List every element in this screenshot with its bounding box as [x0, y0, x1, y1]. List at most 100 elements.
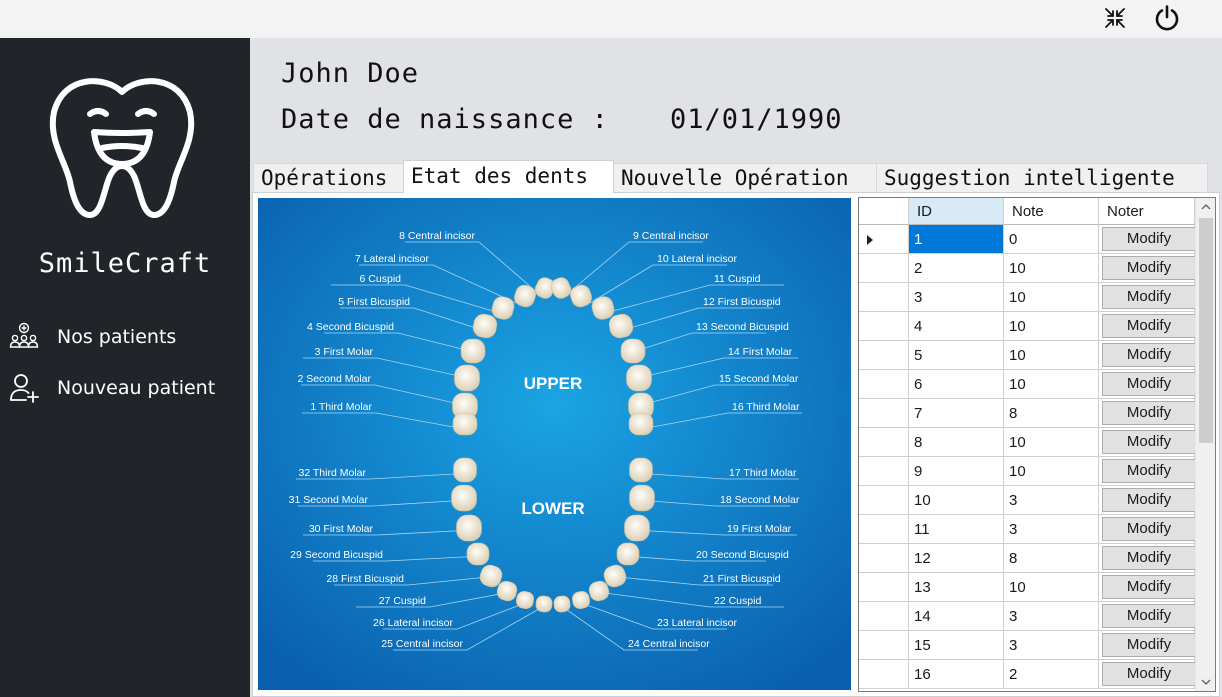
- modify-button[interactable]: Modify: [1102, 517, 1196, 541]
- sidebar-item-label: Nouveau patient: [57, 377, 216, 399]
- dob-label: Date de naissance :: [281, 104, 609, 135]
- modify-button[interactable]: Modify: [1102, 430, 1196, 454]
- row-header[interactable]: [859, 428, 909, 457]
- cell-id[interactable]: 1: [909, 225, 1004, 254]
- row-header[interactable]: [859, 457, 909, 486]
- row-header[interactable]: [859, 544, 909, 573]
- row-header[interactable]: [859, 660, 909, 689]
- cell-note[interactable]: 3: [1004, 602, 1099, 631]
- cell-note[interactable]: 8: [1004, 544, 1099, 573]
- table-row[interactable]: 16 2 Modify: [859, 660, 1196, 689]
- sidebar-item-nouveau-patient[interactable]: Nouveau patient: [0, 366, 250, 410]
- table-row[interactable]: 1 0 Modify: [859, 225, 1196, 254]
- modify-button[interactable]: Modify: [1102, 372, 1196, 396]
- cell-id[interactable]: 13: [909, 573, 1004, 602]
- power-icon[interactable]: [1152, 3, 1182, 33]
- scroll-up-arrow-icon[interactable]: [1196, 198, 1215, 216]
- cell-note[interactable]: 10: [1004, 573, 1099, 602]
- modify-button[interactable]: Modify: [1102, 256, 1196, 280]
- modify-button[interactable]: Modify: [1102, 285, 1196, 309]
- row-header[interactable]: [859, 370, 909, 399]
- cell-note[interactable]: 3: [1004, 631, 1099, 660]
- cell-id[interactable]: 9: [909, 457, 1004, 486]
- table-row[interactable]: 3 10 Modify: [859, 283, 1196, 312]
- row-header[interactable]: [859, 399, 909, 428]
- cell-id[interactable]: 15: [909, 631, 1004, 660]
- cell-id[interactable]: 10: [909, 486, 1004, 515]
- modify-button[interactable]: Modify: [1102, 546, 1196, 570]
- cell-id[interactable]: 11: [909, 515, 1004, 544]
- table-row[interactable]: 15 3 Modify: [859, 631, 1196, 660]
- cell-id[interactable]: 6: [909, 370, 1004, 399]
- cell-note[interactable]: 10: [1004, 312, 1099, 341]
- modify-button[interactable]: Modify: [1102, 488, 1196, 512]
- cell-id[interactable]: 2: [909, 254, 1004, 283]
- row-header[interactable]: [859, 486, 909, 515]
- cell-id[interactable]: 4: [909, 312, 1004, 341]
- cell-note[interactable]: 2: [1004, 660, 1099, 689]
- modify-button[interactable]: Modify: [1102, 227, 1196, 251]
- modify-button[interactable]: Modify: [1102, 575, 1196, 599]
- table-row[interactable]: 7 8 Modify: [859, 399, 1196, 428]
- row-header[interactable]: [859, 341, 909, 370]
- column-header-noter[interactable]: Noter: [1099, 198, 1195, 225]
- cell-note[interactable]: 10: [1004, 341, 1099, 370]
- collapse-arrows-icon[interactable]: [1100, 3, 1130, 33]
- table-row[interactable]: 10 3 Modify: [859, 486, 1196, 515]
- cell-id[interactable]: 5: [909, 341, 1004, 370]
- row-header[interactable]: [859, 515, 909, 544]
- table-row[interactable]: 4 10 Modify: [859, 312, 1196, 341]
- cell-note[interactable]: 10: [1004, 254, 1099, 283]
- table-row[interactable]: 8 10 Modify: [859, 428, 1196, 457]
- cell-note[interactable]: 8: [1004, 399, 1099, 428]
- cell-note[interactable]: 3: [1004, 515, 1099, 544]
- row-header[interactable]: [859, 312, 909, 341]
- tab-nouvelle-operation[interactable]: Nouvelle Opération: [613, 163, 877, 192]
- cell-id[interactable]: 14: [909, 602, 1004, 631]
- row-header[interactable]: [859, 631, 909, 660]
- sidebar-item-nos-patients[interactable]: Nos patients: [0, 315, 250, 359]
- tooth: [466, 542, 490, 566]
- table-row[interactable]: 14 3 Modify: [859, 602, 1196, 631]
- cell-id[interactable]: 12: [909, 544, 1004, 573]
- modify-button[interactable]: Modify: [1102, 459, 1196, 483]
- modify-button[interactable]: Modify: [1102, 604, 1196, 628]
- scroll-down-arrow-icon[interactable]: [1196, 673, 1215, 691]
- vertical-scrollbar[interactable]: [1195, 198, 1215, 691]
- cell-note[interactable]: 3: [1004, 486, 1099, 515]
- row-header[interactable]: [859, 283, 909, 312]
- cell-id[interactable]: 8: [909, 428, 1004, 457]
- table-row[interactable]: 2 10 Modify: [859, 254, 1196, 283]
- table-row[interactable]: 6 10 Modify: [859, 370, 1196, 399]
- modify-button[interactable]: Modify: [1102, 343, 1196, 367]
- modify-button[interactable]: Modify: [1102, 401, 1196, 425]
- table-row[interactable]: 12 8 Modify: [859, 544, 1196, 573]
- tooth-label-right: 19 First Molar: [727, 523, 792, 535]
- row-header[interactable]: [859, 602, 909, 631]
- table-row[interactable]: 5 10 Modify: [859, 341, 1196, 370]
- table-row[interactable]: 13 10 Modify: [859, 573, 1196, 602]
- modify-button[interactable]: Modify: [1102, 633, 1196, 657]
- tab-suggestion-intelligente[interactable]: Suggestion intelligente: [876, 163, 1208, 192]
- column-header-id[interactable]: ID: [909, 198, 1004, 225]
- row-header[interactable]: [859, 573, 909, 602]
- cell-note[interactable]: 10: [1004, 457, 1099, 486]
- row-header[interactable]: [859, 254, 909, 283]
- cell-noter: Modify: [1099, 399, 1196, 428]
- tab-operations[interactable]: Opérations: [253, 163, 404, 192]
- column-header-note[interactable]: Note: [1004, 198, 1099, 225]
- cell-id[interactable]: 3: [909, 283, 1004, 312]
- table-row[interactable]: 11 3 Modify: [859, 515, 1196, 544]
- cell-note[interactable]: 10: [1004, 370, 1099, 399]
- scrollbar-thumb[interactable]: [1199, 218, 1213, 443]
- cell-id[interactable]: 7: [909, 399, 1004, 428]
- table-row[interactable]: 9 10 Modify: [859, 457, 1196, 486]
- modify-button[interactable]: Modify: [1102, 662, 1196, 686]
- cell-note[interactable]: 10: [1004, 428, 1099, 457]
- tab-etat-des-dents[interactable]: Etat des dents: [403, 160, 614, 193]
- row-header[interactable]: [859, 225, 909, 254]
- cell-note[interactable]: 0: [1004, 225, 1099, 254]
- modify-button[interactable]: Modify: [1102, 314, 1196, 338]
- cell-note[interactable]: 10: [1004, 283, 1099, 312]
- cell-id[interactable]: 16: [909, 660, 1004, 689]
